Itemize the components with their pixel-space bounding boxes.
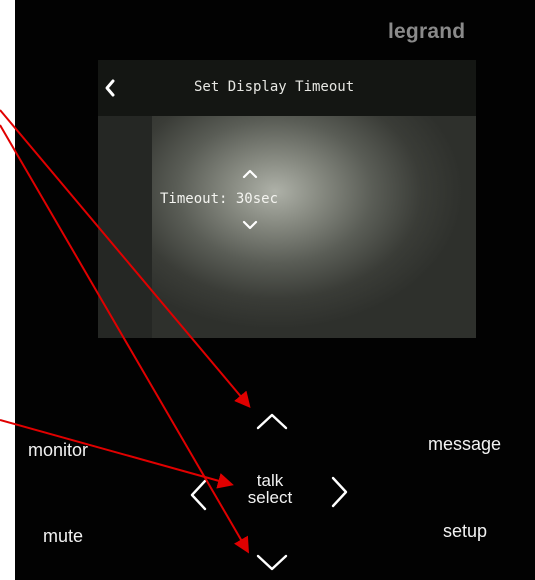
display-screen: Set Display Timeout Timeout: 30sec bbox=[98, 60, 476, 338]
intercom-device-view: legrand Set Display Timeout Timeout: 30s… bbox=[0, 0, 535, 580]
monitor-button[interactable]: monitor bbox=[28, 440, 88, 461]
select-label: select bbox=[247, 488, 293, 507]
timeout-increase-icon[interactable] bbox=[241, 168, 259, 180]
nav-left-chevron-icon[interactable] bbox=[187, 477, 209, 513]
talk-select-button[interactable]: talk select bbox=[230, 472, 310, 506]
mute-button[interactable]: mute bbox=[43, 526, 83, 547]
nav-down-chevron-icon[interactable] bbox=[254, 552, 290, 574]
back-chevron-icon[interactable] bbox=[102, 78, 118, 98]
timeout-value: Timeout: 30sec bbox=[160, 191, 279, 207]
message-button[interactable]: message bbox=[428, 434, 501, 455]
screen-header: Set Display Timeout bbox=[98, 60, 476, 116]
brand-logo: legrand bbox=[388, 20, 466, 43]
setup-button[interactable]: setup bbox=[443, 521, 487, 542]
timeout-setting-area: Timeout: 30sec bbox=[152, 116, 476, 338]
nav-right-chevron-icon[interactable] bbox=[329, 474, 351, 510]
talk-label: talk bbox=[256, 471, 284, 490]
screen-title: Set Display Timeout bbox=[194, 79, 355, 95]
nav-up-chevron-icon[interactable] bbox=[254, 410, 290, 432]
timeout-decrease-icon[interactable] bbox=[241, 219, 259, 231]
